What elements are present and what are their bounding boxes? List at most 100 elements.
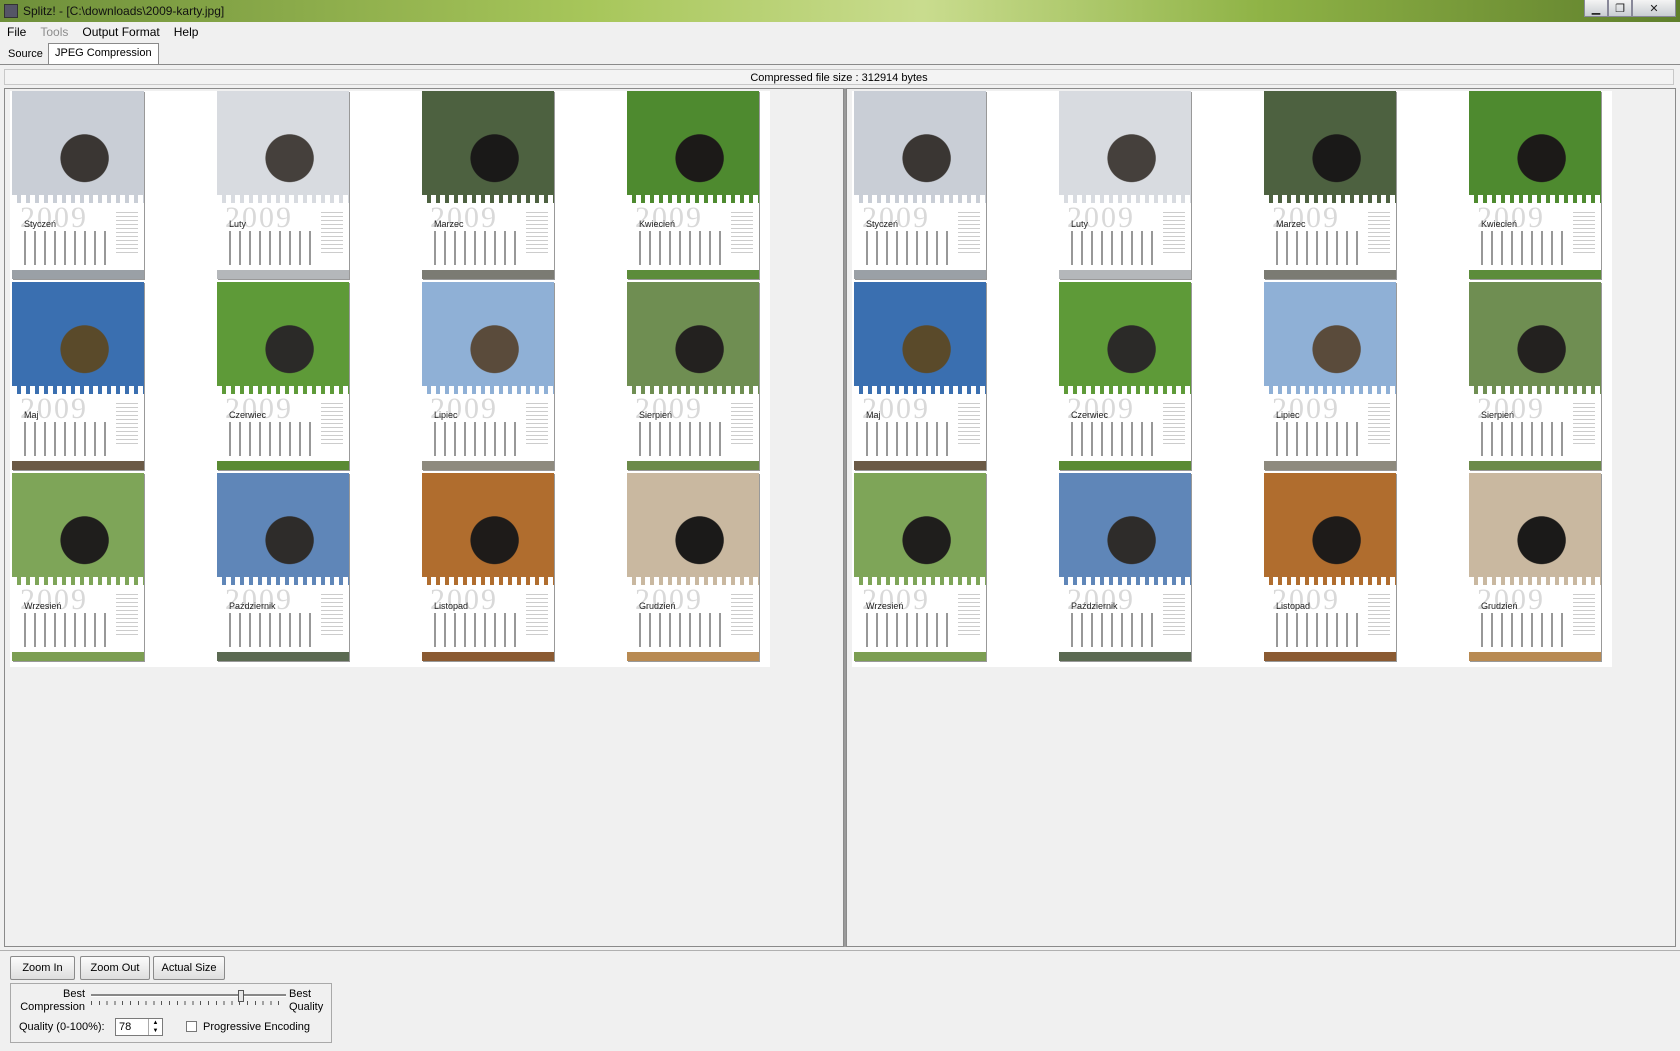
mini-calendar: [958, 209, 980, 255]
source-preview-panel[interactable]: 2009 Styczeń 2009 Luty 2009 Marzec 2009 Kwiecie…: [4, 88, 844, 947]
close-button[interactable]: ✕: [1632, 0, 1676, 17]
zoom-in-button[interactable]: Zoom In: [10, 956, 75, 980]
compressed-preview-panel[interactable]: 2009 Styczeń 2009 Luty 2009 Marzec 2009 Kwiecie…: [846, 88, 1676, 947]
card-footer: [854, 270, 986, 279]
calendar-month: Styczeń: [24, 219, 57, 229]
calendar-grid: [1481, 422, 1569, 456]
spin-down-icon[interactable]: ▼: [149, 1027, 162, 1035]
calendar-card: 2009 Luty: [1059, 91, 1191, 279]
card-footer: [1059, 270, 1191, 279]
slider-line: [91, 994, 286, 997]
calendar-month: Listopad: [434, 601, 469, 611]
dog-photo: [1264, 282, 1396, 394]
compression-view: Compressed file size : 312914 bytes 2009…: [0, 64, 1680, 951]
calendar-grid: [1276, 613, 1364, 647]
slider-thumb[interactable]: [238, 990, 245, 1002]
calendar-year: 2009: [20, 392, 88, 425]
calendar-year: 2009: [430, 201, 498, 234]
calendar-card: 2009 Listopad: [1264, 473, 1396, 661]
quality-value[interactable]: 78: [119, 1021, 131, 1033]
calendar-card: 2009 Kwiecień: [1469, 91, 1601, 279]
calendar-grid: [639, 231, 727, 265]
actual-size-button[interactable]: Actual Size: [153, 956, 225, 980]
calendar-grid: [639, 613, 727, 647]
mini-calendar: [321, 591, 343, 637]
quality-slider[interactable]: [91, 990, 286, 1008]
dog-photo: [1059, 91, 1191, 203]
mini-calendar: [1573, 591, 1595, 637]
compressed-image: 2009 Styczeń 2009 Luty 2009 Marzec 2009 Kwiecie…: [852, 91, 1612, 667]
progressive-label: Progressive Encoding: [203, 1021, 311, 1033]
calendar-grid: [229, 422, 317, 456]
best-compression-label: Best Compression: [20, 988, 85, 1013]
card-footer: [1264, 461, 1396, 470]
calendar-month: Styczeń: [866, 219, 899, 229]
title-bar[interactable]: Splitz! - [C:\downloads\2009-karty.jpg] …: [0, 0, 1680, 22]
tab-jpeg-compression[interactable]: JPEG Compression: [48, 43, 159, 64]
calendar-month: Kwiecień: [1481, 219, 1518, 229]
calendar-year: 2009: [862, 392, 930, 425]
dog-photo: [1264, 91, 1396, 203]
compressed-size-label: Compressed file size : 312914 bytes: [4, 69, 1674, 85]
progressive-checkbox[interactable]: [186, 1021, 197, 1032]
mini-calendar: [1163, 209, 1185, 255]
menu-bar: File Tools Output Format Help: [0, 22, 1680, 43]
card-footer: [1469, 461, 1601, 470]
minimize-button[interactable]: ▁: [1584, 0, 1608, 17]
calendar-month: Maj: [24, 410, 39, 420]
calendar-card: 2009 Marzec: [422, 91, 554, 279]
calendar-month: Maj: [866, 410, 881, 420]
calendar-grid: [639, 422, 727, 456]
calendar-year: 2009: [20, 201, 88, 234]
calendar-card: 2009 Wrzesień: [12, 473, 144, 661]
calendar-year: 2009: [635, 583, 703, 616]
controls-area: Zoom In Zoom Out Actual Size Best Compre…: [0, 950, 1680, 1051]
dog-photo: [217, 282, 349, 394]
mini-calendar: [1368, 209, 1390, 255]
calendar-grid: [1481, 613, 1569, 647]
menu-file[interactable]: File: [0, 25, 33, 39]
card-footer: [12, 461, 144, 470]
calendar-grid: [866, 231, 954, 265]
dog-photo: [627, 91, 759, 203]
calendar-card: 2009 Luty: [217, 91, 349, 279]
calendar-card: 2009 Grudzień: [627, 473, 759, 661]
calendar-card: 2009 Marzec: [1264, 91, 1396, 279]
dog-photo: [1469, 473, 1601, 585]
calendar-grid: [1071, 231, 1159, 265]
maximize-button[interactable]: ❐: [1608, 0, 1632, 17]
zoom-out-button[interactable]: Zoom Out: [80, 956, 150, 980]
tab-source[interactable]: Source: [2, 45, 49, 63]
calendar-card: 2009 Lipiec: [422, 282, 554, 470]
menu-output-format[interactable]: Output Format: [75, 25, 166, 39]
calendar-grid: [434, 613, 522, 647]
calendar-month: Czerwiec: [229, 410, 267, 420]
calendar-month: Lipiec: [434, 410, 458, 420]
dog-photo: [12, 91, 144, 203]
card-footer: [1264, 652, 1396, 661]
calendar-card: 2009 Wrzesień: [854, 473, 986, 661]
calendar-grid: [434, 231, 522, 265]
calendar-month: Czerwiec: [1071, 410, 1109, 420]
spin-up-icon[interactable]: ▲: [149, 1019, 162, 1027]
calendar-year: 2009: [430, 583, 498, 616]
menu-help[interactable]: Help: [167, 25, 206, 39]
quality-spinner[interactable]: 78 ▲ ▼: [115, 1018, 163, 1036]
best-quality-label: Best Quality: [289, 988, 324, 1013]
dog-photo: [627, 282, 759, 394]
calendar-year: 2009: [225, 392, 293, 425]
calendar-year: 2009: [862, 201, 930, 234]
calendar-year: 2009: [1272, 392, 1340, 425]
card-footer: [422, 652, 554, 661]
menu-tools: Tools: [40, 25, 69, 39]
mini-calendar: [958, 400, 980, 446]
card-footer: [1469, 270, 1601, 279]
calendar-card: 2009 Sierpień: [627, 282, 759, 470]
card-footer: [1059, 652, 1191, 661]
dog-photo: [12, 473, 144, 585]
dog-photo: [217, 473, 349, 585]
card-footer: [627, 270, 759, 279]
calendar-year: 2009: [225, 583, 293, 616]
calendar-card: 2009 Styczeń: [12, 91, 144, 279]
calendar-grid: [1071, 422, 1159, 456]
